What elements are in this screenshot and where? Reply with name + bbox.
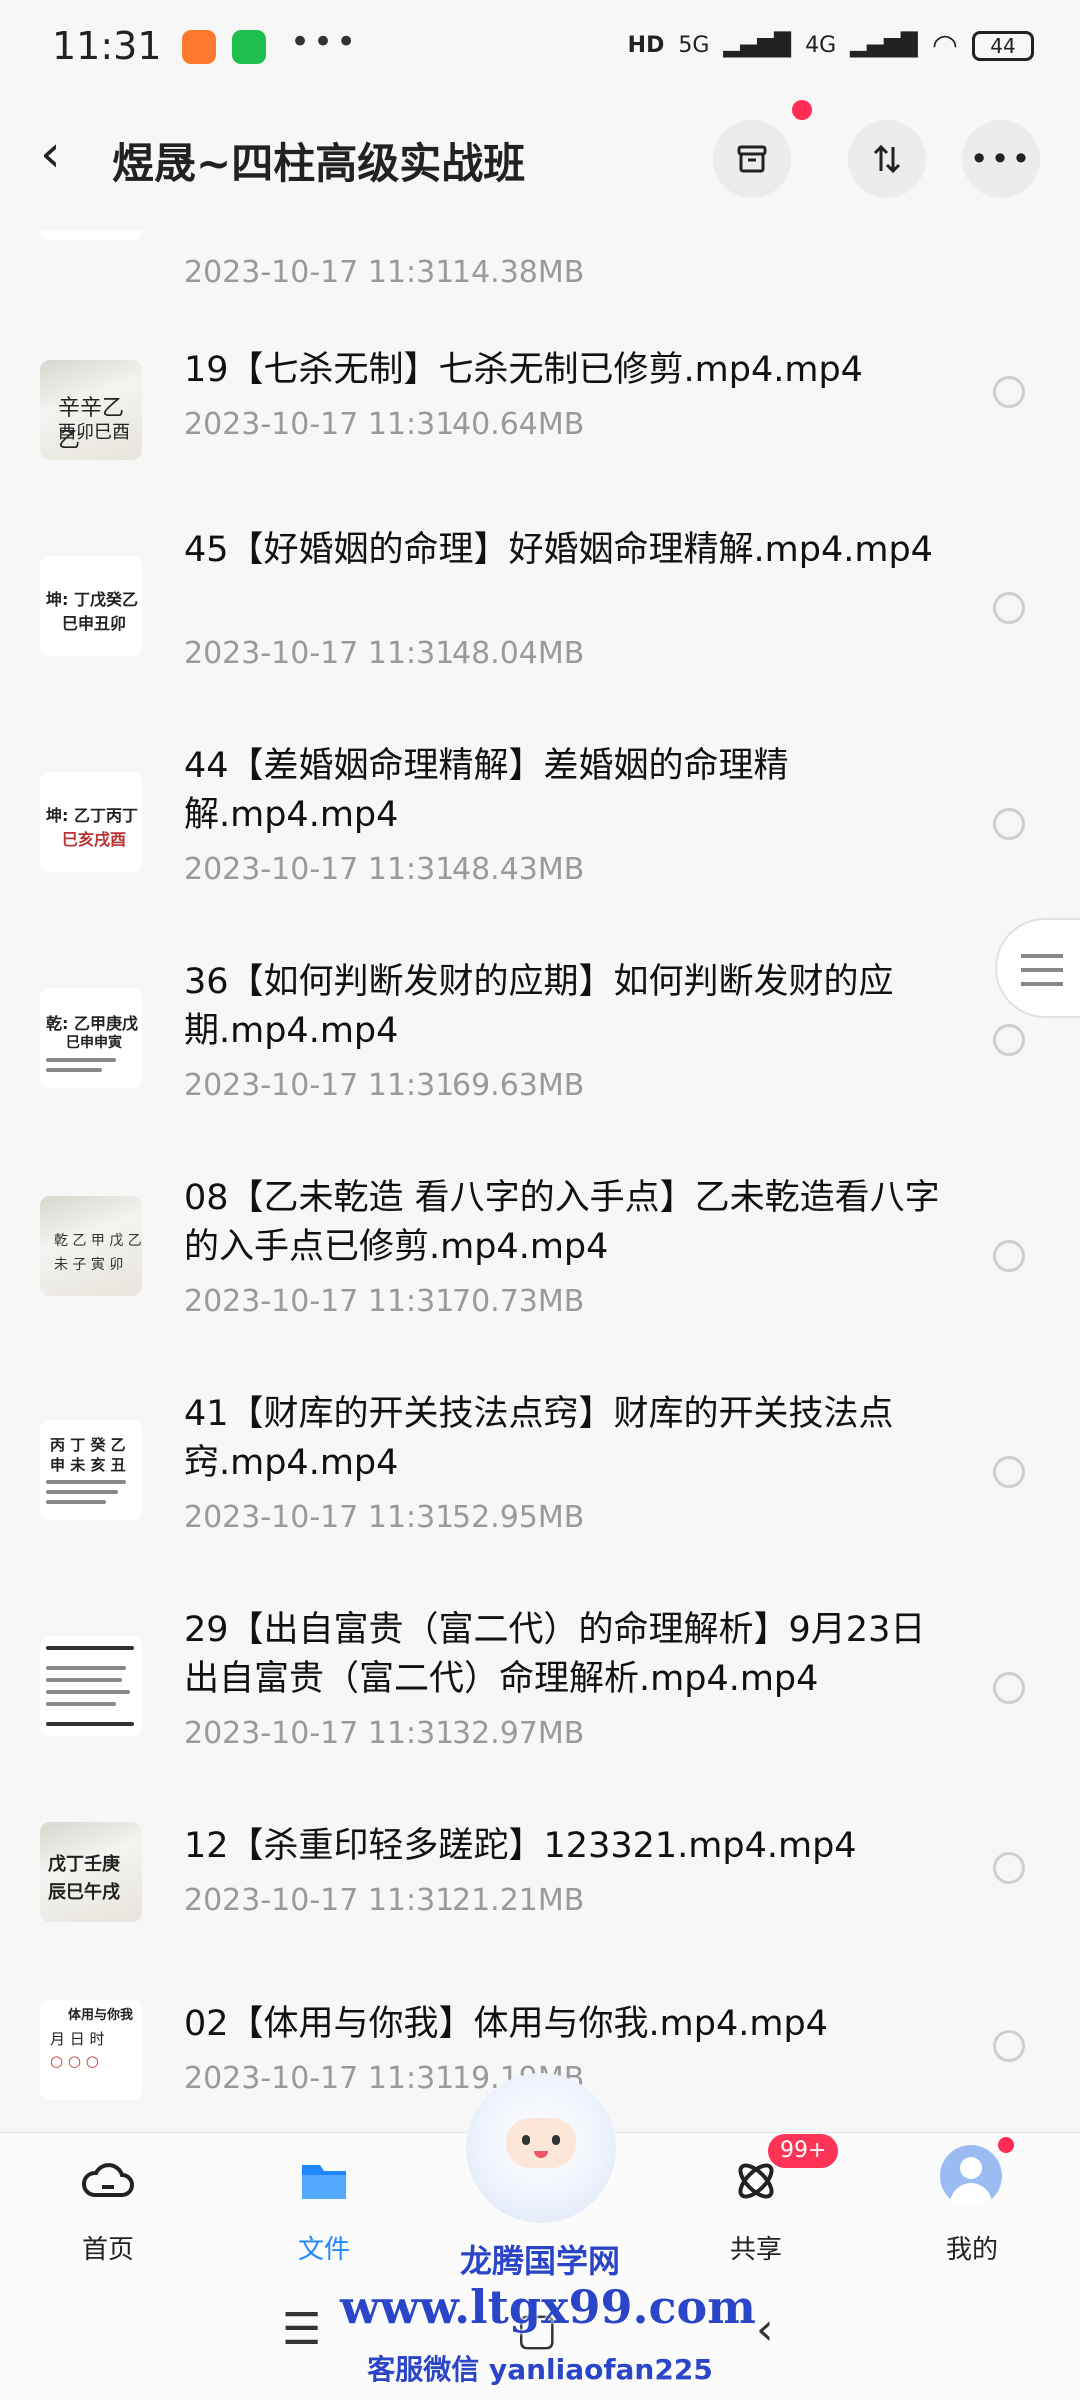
- select-radio[interactable]: [993, 1852, 1025, 1884]
- phone-app-icon: [232, 30, 266, 64]
- video-thumbnail: 乾 乙 甲 戊 乙 未 子 寅 卯: [40, 1196, 142, 1296]
- file-size: 52.95MB: [452, 1500, 585, 1535]
- video-thumbnail: 丙 丁 癸 乙 申 未 亥 丑: [40, 1420, 142, 1520]
- back-nav-button[interactable]: ‹: [756, 2304, 774, 2355]
- select-radio[interactable]: [993, 1024, 1025, 1056]
- video-thumbnail: [40, 230, 142, 240]
- notification-dot: [998, 2137, 1014, 2153]
- file-list: 2023-10-17 11:31 14.38MB 辛辛乙乙 酉卯巳酉 19【七杀…: [0, 230, 1080, 2132]
- status-time: 11:31: [52, 24, 162, 68]
- select-radio[interactable]: [993, 808, 1025, 840]
- file-date: 2023-10-17 11:31: [184, 407, 455, 442]
- file-name: 41【财库的开关技法点窍】财库的开关技法点窍.mp4.mp4: [184, 1394, 894, 1483]
- archive-button[interactable]: [713, 120, 791, 198]
- select-radio[interactable]: [993, 2030, 1025, 2062]
- tab-label: 首页: [81, 2235, 134, 2265]
- list-item[interactable]: 乾: 乙甲庚戊 巳申申寅 36【如何判断发财的应期】如何判断发财的应期.mp4.…: [0, 958, 1080, 1158]
- list-item[interactable]: 丙 丁 癸 乙 申 未 亥 丑 41【财库的开关技法点窍】财库的开关技法点窍.m…: [0, 1390, 1080, 1590]
- file-size: 69.63MB: [452, 1068, 585, 1103]
- notification-dot: [792, 100, 812, 120]
- watermark-url: www.ltgx99.com: [340, 2280, 756, 2334]
- signal-icon: ▂▄▆█: [723, 33, 792, 58]
- signal-icon-2: ▂▄▆█: [850, 33, 918, 58]
- file-size: 70.73MB: [452, 1284, 585, 1319]
- mascot-icon: [466, 2073, 616, 2223]
- archive-icon: [737, 145, 767, 173]
- file-date: 2023-10-17 11:31: [184, 2061, 455, 2096]
- video-thumbnail: 辛辛乙乙 酉卯巳酉: [40, 360, 142, 460]
- file-date: 2023-10-17 11:31: [184, 1068, 455, 1103]
- file-size: 32.97MB: [452, 1716, 585, 1751]
- sort-button[interactable]: [848, 120, 926, 198]
- recents-button[interactable]: ☰: [282, 2304, 321, 2355]
- more-options-button[interactable]: •••: [962, 120, 1040, 198]
- tab-label: 共享: [729, 2235, 782, 2265]
- select-radio[interactable]: [993, 1672, 1025, 1704]
- file-name: 19【七杀无制】七杀无制已修剪.mp4.mp4: [184, 350, 863, 390]
- file-name: 29【出自富贵（富二代）的命理解析】9月23日出自富贵（富二代）命理解析.mp4…: [184, 1610, 926, 1699]
- file-date: 2023-10-17 11:31: [184, 1716, 455, 1751]
- file-size: 48.43MB: [452, 852, 585, 887]
- more-notifications-icon: •••: [290, 22, 360, 62]
- hd-icon: HD: [627, 33, 665, 58]
- list-item[interactable]: 戊丁壬庚 辰巳午戌 12【杀重印轻多蹉跎】123321.mp4.mp4 2023…: [0, 1822, 1080, 2002]
- file-size: 40.64MB: [452, 407, 585, 442]
- list-item[interactable]: 坤: 乙丁丙丁 巳亥戌酉 44【差婚姻命理精解】差婚姻的命理精解.mp4.mp4…: [0, 742, 1080, 942]
- file-size: 21.21MB: [452, 1883, 585, 1918]
- file-name: 08【乙未乾造 看八字的入手点】乙未乾造看八字的入手点已修剪.mp4.mp4: [184, 1178, 940, 1267]
- status-bar: 11:31 ••• HD 5G ▂▄▆█ 4G ▂▄▆█ ◠ 44: [0, 0, 1080, 100]
- video-thumbnail: 戊丁壬庚 辰巳午戌: [40, 1822, 142, 1922]
- tab-files[interactable]: 文件: [254, 2133, 394, 2275]
- file-date: 2023-10-17 11:31: [184, 852, 455, 887]
- back-button[interactable]: ‹: [40, 124, 61, 184]
- list-item[interactable]: 29【出自富贵（富二代）的命理解析】9月23日出自富贵（富二代）命理解析.mp4…: [0, 1606, 1080, 1806]
- select-radio[interactable]: [993, 1240, 1025, 1272]
- profile-icon: [940, 2145, 1002, 2207]
- select-radio[interactable]: [993, 1456, 1025, 1488]
- select-radio[interactable]: [993, 592, 1025, 624]
- file-name: 02【体用与你我】体用与你我.mp4.mp4: [184, 2004, 828, 2044]
- list-item[interactable]: 2023-10-17 11:31 14.38MB: [0, 230, 1080, 346]
- file-size: 14.38MB: [452, 255, 585, 290]
- shopping-app-icon: [182, 30, 216, 64]
- menu-icon: [1021, 954, 1063, 986]
- tab-home[interactable]: 首页: [38, 2133, 178, 2275]
- watermark-contact: 客服微信 yanliaofan225: [367, 2353, 713, 2386]
- video-thumbnail: 体用与你我 月 日 时 ○ ○ ○: [40, 2000, 142, 2100]
- page-title: 煜晟~四柱高级实战班: [112, 139, 526, 188]
- list-item[interactable]: 辛辛乙乙 酉卯巳酉 19【七杀无制】七杀无制已修剪.mp4.mp4 2023-1…: [0, 346, 1080, 546]
- network-4g-label: 4G: [805, 33, 837, 58]
- video-thumbnail: 坤: 乙丁丙丁 巳亥戌酉: [40, 772, 142, 872]
- file-name: 45【好婚姻的命理】好婚姻命理精解.mp4.mp4: [184, 530, 933, 570]
- file-name: 12【杀重印轻多蹉跎】123321.mp4.mp4: [184, 1826, 857, 1866]
- cloud-icon: [81, 2163, 134, 2197]
- file-date: 2023-10-17 11:31: [184, 1284, 455, 1319]
- share-count-badge: 99+: [768, 2134, 839, 2168]
- battery-icon: 44: [972, 30, 1034, 61]
- file-date: 2023-10-17 11:31: [184, 1883, 455, 1918]
- network-5g-label: 5G: [678, 33, 710, 58]
- file-date: 2023-10-17 11:31: [184, 255, 455, 290]
- file-date: 2023-10-17 11:31: [184, 636, 455, 671]
- file-name: 44【差婚姻命理精解】差婚姻的命理精解.mp4.mp4: [184, 746, 789, 835]
- select-radio[interactable]: [993, 376, 1025, 408]
- list-item[interactable]: 乾 乙 甲 戊 乙 未 子 寅 卯 08【乙未乾造 看八字的入手点】乙未乾造看八…: [0, 1174, 1080, 1374]
- video-thumbnail: [40, 1636, 142, 1736]
- watermark-site-name: 龙腾国学网: [459, 2242, 620, 2280]
- more-icon: •••: [969, 140, 1033, 178]
- tab-label: 我的: [945, 2235, 998, 2265]
- sort-icon: [873, 144, 901, 174]
- video-thumbnail: 乾: 乙甲庚戊 巳申申寅: [40, 988, 142, 1088]
- header-bar: ‹ 煜晟~四柱高级实战班 •••: [0, 100, 1080, 230]
- tab-profile[interactable]: 我的: [902, 2133, 1042, 2275]
- folder-icon: [302, 2165, 346, 2199]
- file-date: 2023-10-17 11:31: [184, 1500, 455, 1535]
- tab-label: 文件: [297, 2235, 350, 2265]
- wifi-icon: ◠: [931, 28, 958, 63]
- file-size: 48.04MB: [452, 636, 585, 671]
- video-thumbnail: 坤: 丁戊癸乙 巳申丑卯: [40, 556, 142, 656]
- file-name: 36【如何判断发财的应期】如何判断发财的应期.mp4.mp4: [184, 962, 894, 1051]
- list-item[interactable]: 坤: 丁戊癸乙 巳申丑卯 45【好婚姻的命理】好婚姻命理精解.mp4.mp4 2…: [0, 526, 1080, 726]
